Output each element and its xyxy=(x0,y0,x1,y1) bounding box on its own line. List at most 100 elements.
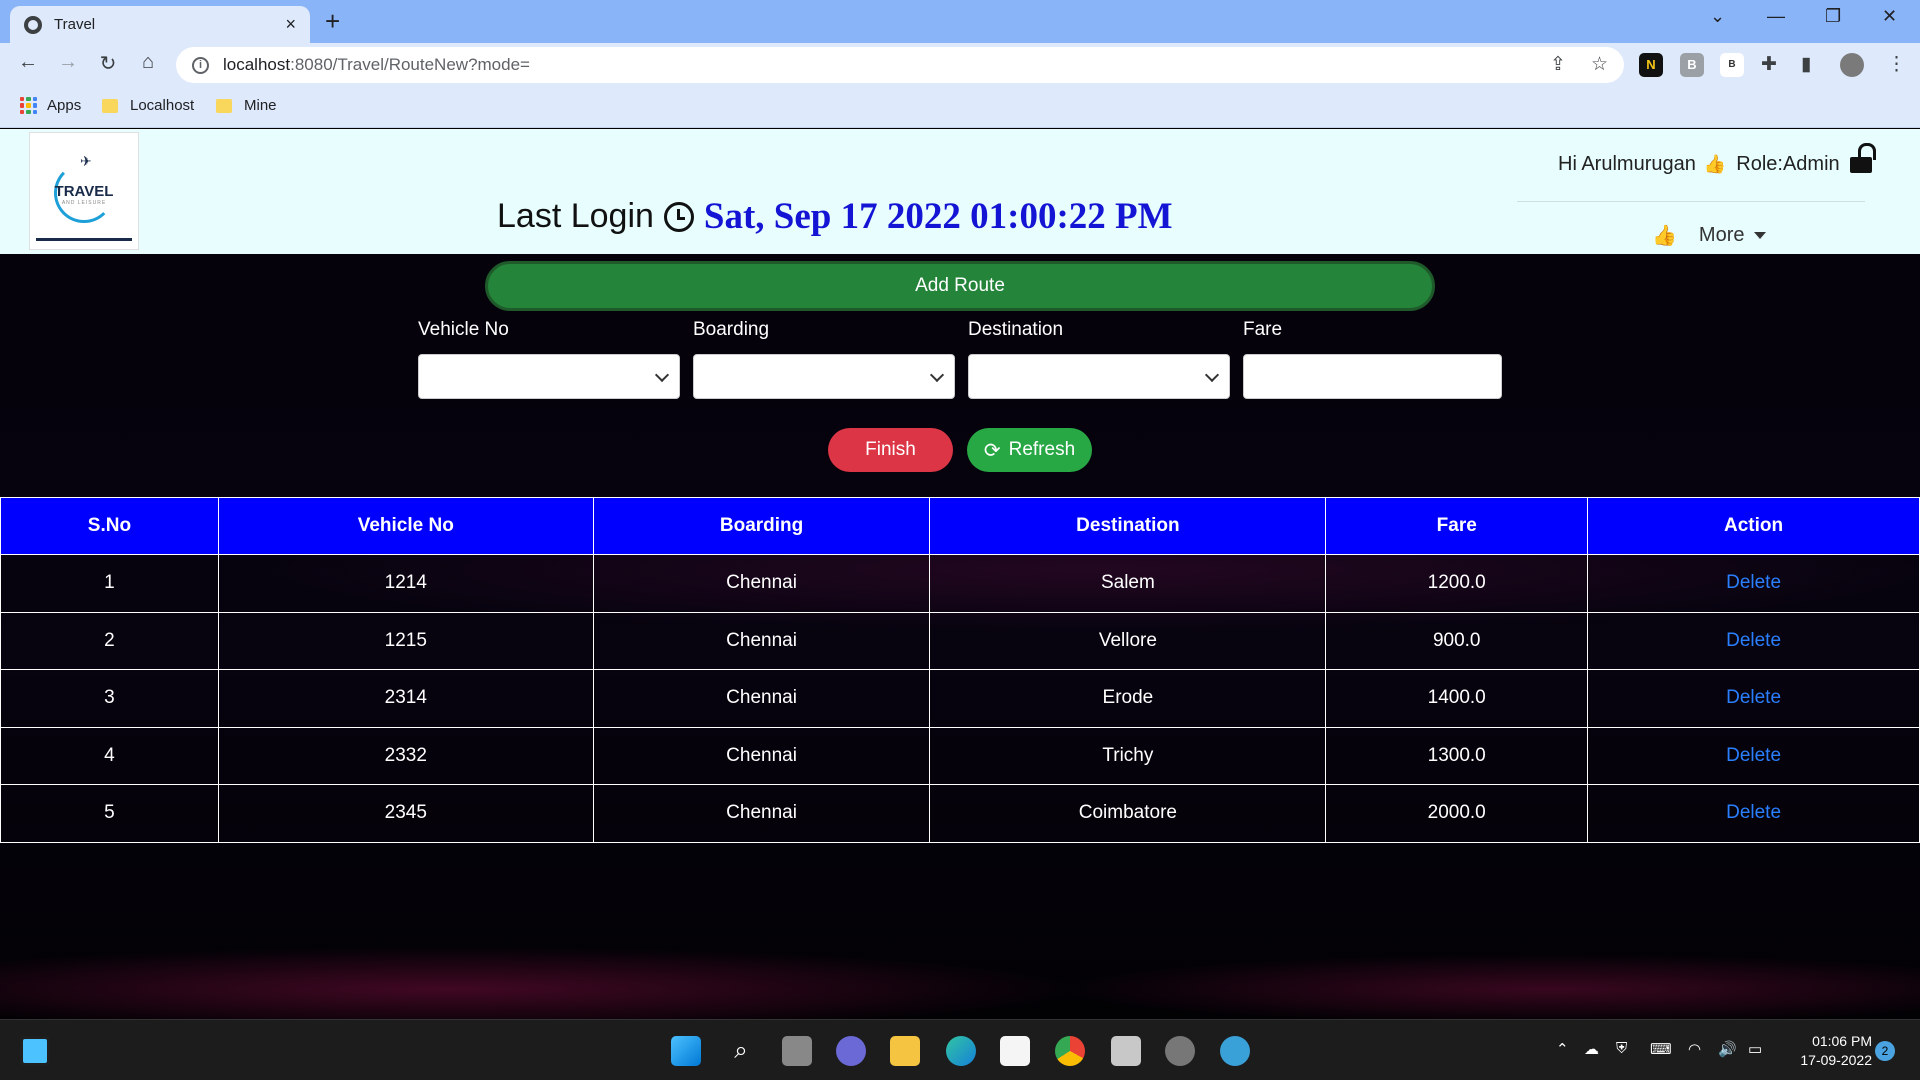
last-login-label: Last Login xyxy=(497,197,654,235)
cell-boarding: Chennai xyxy=(592,554,931,613)
finish-button[interactable]: Finish xyxy=(828,428,953,472)
table-row: 5 2345 Chennai Coimbatore 2000.0 Delete xyxy=(0,784,1920,843)
extension-n-icon[interactable]: N xyxy=(1639,53,1663,77)
file-explorer-icon[interactable] xyxy=(890,1036,920,1066)
tab-close-button[interactable]: × xyxy=(285,14,296,35)
cell-fare: 1400.0 xyxy=(1325,669,1589,728)
app-icon[interactable] xyxy=(1220,1036,1250,1066)
table-row: 1 1214 Chennai Salem 1200.0 Delete xyxy=(0,554,1920,613)
delete-link[interactable]: Delete xyxy=(1726,572,1781,593)
clock-time: 01:06 PM xyxy=(1812,1033,1872,1049)
cell-action: Delete xyxy=(1587,611,1920,670)
reload-button[interactable]: ↻ xyxy=(94,51,122,76)
delete-link[interactable]: Delete xyxy=(1726,630,1781,651)
close-window-button[interactable]: ✕ xyxy=(1882,6,1897,27)
col-header-action: Action xyxy=(1587,497,1920,555)
start-windows-icon[interactable] xyxy=(671,1036,701,1066)
extension-b-small-icon[interactable]: B xyxy=(1720,53,1744,77)
side-panel-icon[interactable]: ▮ xyxy=(1801,53,1811,76)
cell-sno: 1 xyxy=(0,554,219,613)
forward-button[interactable]: → xyxy=(54,51,82,74)
cell-fare: 1300.0 xyxy=(1325,726,1589,785)
home-button[interactable]: ⌂ xyxy=(134,51,162,74)
restore-button[interactable]: ❐ xyxy=(1825,6,1841,27)
caret-down-icon xyxy=(1754,232,1767,239)
fare-input[interactable] xyxy=(1243,354,1502,399)
bookmark-star-icon[interactable]: ☆ xyxy=(1591,53,1608,76)
new-tab-button[interactable]: + xyxy=(325,6,340,37)
search-icon[interactable]: ⌕ xyxy=(726,1036,756,1066)
chevron-up-icon[interactable]: ⌃ xyxy=(1556,1040,1569,1058)
extensions-puzzle-icon[interactable]: ✚ xyxy=(1761,53,1777,76)
tab-search-icon[interactable]: ⌄ xyxy=(1710,6,1725,27)
system-clock[interactable]: 01:06 PM 17-09-2022 xyxy=(1782,1032,1872,1070)
share-icon[interactable]: ⇪ xyxy=(1550,53,1566,76)
cell-vehicle-no: 1214 xyxy=(217,554,594,613)
page-content: ✈ TRAVEL AND LEISURE Last Login Sat, Sep… xyxy=(0,129,1920,1019)
cell-action: Delete xyxy=(1587,726,1920,785)
minimize-button[interactable]: — xyxy=(1767,6,1785,27)
wifi-icon[interactable]: ◠ xyxy=(1688,1040,1701,1058)
widgets-icon[interactable] xyxy=(20,1036,50,1066)
cell-destination: Coimbatore xyxy=(929,784,1327,843)
keyboard-icon[interactable]: ⌨ xyxy=(1650,1040,1672,1058)
battery-icon[interactable]: ▭ xyxy=(1748,1040,1762,1058)
volume-icon[interactable]: 🔊 xyxy=(1718,1040,1737,1058)
unlock-icon[interactable] xyxy=(1849,142,1876,173)
site-info-icon[interactable]: i xyxy=(192,56,209,74)
logo-bar xyxy=(36,238,132,241)
refresh-button[interactable]: ⟳ Refresh xyxy=(967,428,1092,472)
onedrive-cloud-icon[interactable]: ☁ xyxy=(1584,1040,1599,1058)
cell-boarding: Chennai xyxy=(592,611,931,670)
cell-fare: 1200.0 xyxy=(1325,554,1589,613)
table-row: 3 2314 Chennai Erode 1400.0 Delete xyxy=(0,669,1920,728)
address-bar[interactable]: i localhost :8080/Travel/RouteNew?mode= xyxy=(176,47,1624,83)
delete-link[interactable]: Delete xyxy=(1726,687,1781,708)
vehicle-no-select[interactable] xyxy=(418,354,680,399)
menu-kebab-icon[interactable]: ⋮ xyxy=(1887,53,1906,76)
last-login-value: Sat, Sep 17 2022 01:00:22 PM xyxy=(703,196,1173,237)
browser-titlebar: Travel × + ⌄ — ❐ ✕ xyxy=(0,0,1920,43)
chat-icon[interactable] xyxy=(836,1036,866,1066)
browser-toolbar: ← → ↻ ⌂ i localhost :8080/Travel/RouteNe… xyxy=(0,43,1920,86)
thumbs-up-outline-icon[interactable]: 👍 xyxy=(1652,223,1677,248)
browser-tab[interactable]: Travel × xyxy=(10,6,310,43)
notification-badge[interactable]: 2 xyxy=(1875,1041,1895,1061)
travel-logo[interactable]: ✈ TRAVEL AND LEISURE xyxy=(29,132,139,250)
fare-label: Fare xyxy=(1243,319,1283,340)
more-dropdown[interactable]: 👍 More xyxy=(1652,223,1767,248)
delete-link[interactable]: Delete xyxy=(1726,745,1781,766)
windows-taskbar: ⌕ ⌃ ☁ ⛨ ⌨ ◠ 🔊 ▭ 01:06 PM 17-09-2022 2 xyxy=(0,1019,1920,1080)
boarding-label: Boarding xyxy=(693,319,770,340)
bookmark-mine[interactable]: Mine xyxy=(216,97,277,114)
cell-boarding: Chennai xyxy=(592,726,931,785)
task-view-icon[interactable] xyxy=(782,1036,812,1066)
destination-select[interactable] xyxy=(968,354,1230,399)
bookmark-apps[interactable]: Apps xyxy=(20,97,81,114)
finish-label: Finish xyxy=(865,439,916,460)
settings-gear-icon[interactable] xyxy=(1165,1036,1195,1066)
edge-icon[interactable] xyxy=(946,1036,976,1066)
bookmark-localhost[interactable]: Localhost xyxy=(102,97,194,114)
add-route-button[interactable]: Add Route xyxy=(485,261,1435,311)
profile-avatar[interactable] xyxy=(1840,53,1864,77)
thumbs-up-icon: 👍 xyxy=(1703,154,1727,174)
delete-link[interactable]: Delete xyxy=(1726,802,1781,823)
bookmark-label: Localhost xyxy=(130,97,195,114)
cell-sno: 4 xyxy=(0,726,219,785)
security-shield-icon[interactable]: ⛨ xyxy=(1616,1040,1627,1057)
back-button[interactable]: ← xyxy=(14,51,42,74)
boarding-select[interactable] xyxy=(693,354,955,399)
more-label[interactable]: More xyxy=(1699,224,1745,247)
database-app-icon[interactable] xyxy=(1111,1036,1141,1066)
bookmark-label: Mine xyxy=(244,97,277,114)
chrome-icon[interactable] xyxy=(1055,1036,1085,1066)
url-path: :8080/Travel/RouteNew?mode= xyxy=(290,55,530,74)
cell-destination: Salem xyxy=(929,554,1327,613)
app-header: ✈ TRAVEL AND LEISURE Last Login Sat, Sep… xyxy=(0,129,1920,254)
store-icon[interactable] xyxy=(1000,1036,1030,1066)
extension-b-icon[interactable]: B xyxy=(1680,53,1704,77)
url-host: localhost xyxy=(223,55,291,74)
table-header-row: S.No Vehicle No Boarding Destination Far… xyxy=(0,497,1920,555)
header-divider xyxy=(1517,201,1865,202)
